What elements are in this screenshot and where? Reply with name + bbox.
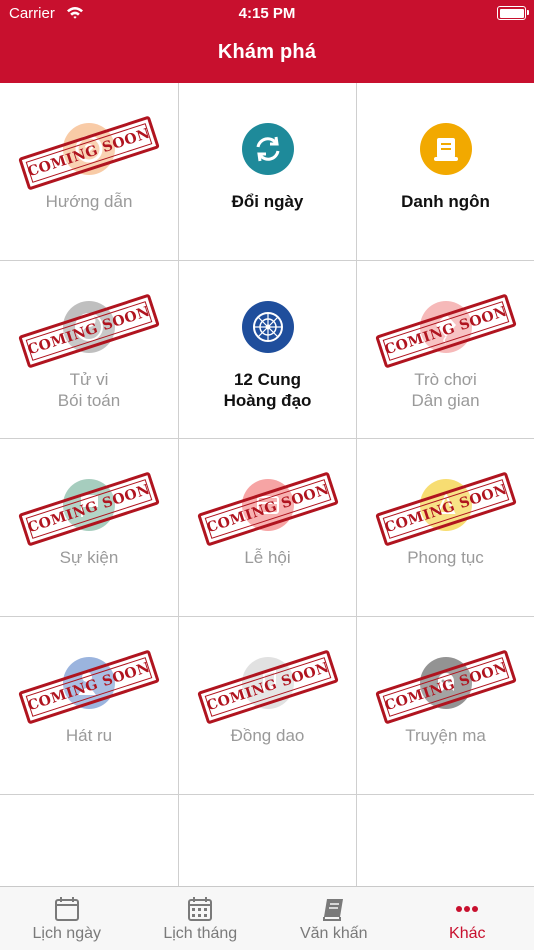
grid-item-label: Lễ hội	[179, 547, 356, 568]
tab-label: Lịch tháng	[134, 925, 268, 943]
grid-item-dong-dao[interactable]: Đồng dao COMING SOON	[179, 617, 357, 795]
grid-item-label: Trò chơiDân gian	[357, 369, 534, 411]
tab-lich-thang[interactable]: Lịch tháng	[134, 887, 268, 951]
page-title: Khám phá	[0, 41, 534, 64]
grid-item-tu-vi[interactable]: Tử viBói toán COMING SOON	[0, 261, 179, 439]
calendar-month-icon	[186, 895, 214, 923]
tab-label: Văn khấn	[267, 925, 401, 943]
grid-item-su-kien[interactable]: Sự kiện COMING SOON	[0, 439, 179, 617]
grid-empty-cell	[179, 795, 357, 886]
grid-item-truyen-ma[interactable]: Truyện ma COMING SOON	[357, 617, 534, 795]
grid-item-hat-ru[interactable]: Hát ru COMING SOON	[0, 617, 179, 795]
zodiac-wheel-icon	[242, 301, 294, 353]
calendar-day-icon	[53, 895, 81, 923]
grid-item-label: Đồng dao	[179, 725, 356, 746]
clock: 4:15 PM	[0, 5, 534, 22]
grid-item-huong-dan[interactable]: ? Hướng dẫn COMING SOON	[0, 83, 179, 261]
grid-empty-cell	[0, 795, 179, 886]
grid-item-label: Đổi ngày	[179, 191, 356, 212]
grid-item-phong-tuc[interactable]: Phong tục COMING SOON	[357, 439, 534, 617]
tab-lich-ngay[interactable]: Lịch ngày	[0, 887, 134, 951]
grid-item-label: Danh ngôn	[357, 191, 534, 212]
refresh-icon	[242, 123, 294, 175]
tab-label: Khác	[401, 925, 534, 943]
grid-item-label: Sự kiện	[0, 547, 178, 568]
grid-item-label: Phong tục	[357, 547, 534, 568]
tab-khac[interactable]: Khác	[401, 887, 534, 951]
battery-icon	[497, 6, 526, 20]
grid-item-danh-ngon[interactable]: Danh ngôn	[357, 83, 534, 261]
more-dots-icon	[453, 895, 481, 923]
grid-item-label: 12 CungHoàng đạo	[179, 369, 356, 411]
tab-bar: Lịch ngày Lịch tháng Văn khấn Khác	[0, 886, 534, 950]
grid-empty-cell	[357, 795, 534, 886]
grid-item-le-hoi[interactable]: Lễ hội COMING SOON	[179, 439, 357, 617]
grid-item-label: Hướng dẫn	[0, 191, 178, 212]
app-header: Carrier 4:15 PM Khám phá	[0, 0, 534, 83]
scroll-icon	[420, 123, 472, 175]
explore-grid: ? Hướng dẫn COMING SOON Đổi ngày Danh ng…	[0, 83, 534, 886]
grid-item-label: Hát ru	[0, 725, 178, 746]
grid-item-tro-choi[interactable]: Trò chơiDân gian COMING SOON	[357, 261, 534, 439]
grid-item-doi-ngay[interactable]: Đổi ngày	[179, 83, 357, 261]
grid-item-label: Truyện ma	[357, 725, 534, 746]
status-bar: Carrier 4:15 PM	[0, 0, 534, 28]
book-icon	[320, 895, 348, 923]
tab-van-khan[interactable]: Văn khấn	[267, 887, 401, 951]
grid-item-12-cung[interactable]: 12 CungHoàng đạo	[179, 261, 357, 439]
tab-label: Lịch ngày	[0, 925, 134, 943]
grid-item-label: Tử viBói toán	[0, 369, 178, 411]
